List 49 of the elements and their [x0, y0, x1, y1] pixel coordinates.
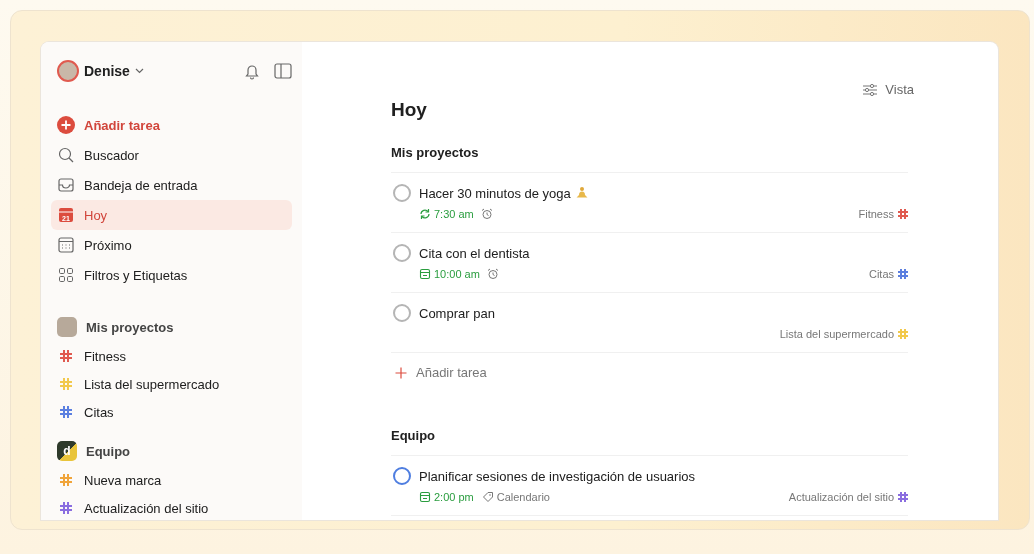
user-avatar [57, 60, 79, 82]
search-icon [57, 146, 75, 164]
inbox-icon [57, 176, 75, 194]
project-item[interactable]: Nueva marca [51, 466, 292, 494]
sidebar-toggle-icon [274, 63, 292, 79]
sliders-icon [862, 82, 879, 97]
calendar-icon [419, 491, 431, 503]
workspace-avatar [57, 317, 77, 337]
task-project: Lista del supermercado [779, 328, 894, 340]
task-checkbox[interactable] [393, 184, 411, 202]
task-time: 10:00 am [434, 268, 480, 280]
nav-item[interactable]: Bandeja de entrada [51, 170, 292, 200]
task-label: Calendario [496, 491, 550, 503]
view-button[interactable]: Vista [862, 82, 914, 97]
task-checkbox[interactable] [393, 244, 411, 262]
task-title: Comprar pan [419, 305, 495, 321]
task-time: 2:00 pm [434, 491, 474, 503]
task-project: Citas [868, 268, 894, 280]
project-item[interactable]: Lista del supermercado [51, 370, 292, 398]
task-checkbox[interactable] [393, 467, 411, 485]
nav-item[interactable]: Próximo [51, 230, 292, 260]
add-task-button[interactable]: Añadir tarea [391, 353, 908, 380]
repeat-icon [419, 208, 431, 220]
bell-icon [244, 62, 260, 80]
task-title: Hacer 30 minutos de yoga [419, 185, 571, 201]
project-item[interactable]: Actualización del sitio [51, 494, 292, 520]
task-project: Fitness [858, 208, 894, 220]
project-item[interactable]: Citas [51, 398, 292, 426]
task-checkbox[interactable] [393, 304, 411, 322]
workspace-header[interactable]: Mis proyectos [51, 312, 292, 342]
project-item[interactable]: Fitness [51, 342, 292, 370]
nav-item[interactable]: Filtros y Etiquetas [51, 260, 292, 290]
task-title: Cita con el dentista [419, 245, 530, 261]
nav-item[interactable]: Buscador [51, 140, 292, 170]
task-title: Planificar sesiones de investigación de usuarios [419, 468, 696, 484]
plus-circle-icon [57, 116, 75, 134]
task-project: Actualización del sitio [788, 491, 894, 503]
four-squares-icon [57, 266, 75, 284]
section-title: Equipo [391, 380, 908, 456]
user-menu-button[interactable]: Denise [57, 60, 144, 82]
section-title: Mis proyectos [391, 127, 908, 173]
tag-icon [481, 491, 494, 503]
nav-item[interactable]: Añadir tarea [51, 110, 292, 140]
calendar-grid-icon [57, 236, 75, 254]
plus-icon [395, 366, 407, 379]
chevron-down-icon [134, 68, 144, 74]
page-title: Hoy [391, 99, 428, 122]
task-time: 7:30 am [434, 208, 474, 220]
calendar-icon [419, 268, 431, 280]
